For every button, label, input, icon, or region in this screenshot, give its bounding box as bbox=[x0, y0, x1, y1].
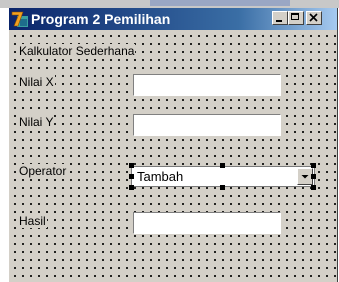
selection-handle-right[interactable] bbox=[311, 174, 316, 179]
selection-handle-top-left[interactable] bbox=[129, 163, 134, 168]
vb-app-icon[interactable] bbox=[11, 10, 29, 28]
hasil-output[interactable] bbox=[133, 212, 281, 234]
background-band bbox=[150, 0, 290, 6]
selection-handle-bottom-right[interactable] bbox=[311, 185, 316, 190]
minimize-button[interactable] bbox=[272, 11, 288, 25]
operator-combobox[interactable]: Tambah bbox=[131, 166, 315, 187]
nilai-y-input[interactable] bbox=[133, 114, 281, 136]
chevron-down-icon bbox=[301, 175, 309, 179]
maximize-button[interactable] bbox=[288, 11, 304, 25]
selection-handle-left[interactable] bbox=[129, 174, 134, 179]
title-bar[interactable]: Program 2 Pemilihan bbox=[9, 8, 337, 30]
operator-label: Operator bbox=[18, 164, 68, 178]
maximize-icon bbox=[291, 13, 299, 20]
selection-handle-top-right[interactable] bbox=[311, 163, 316, 168]
close-icon bbox=[309, 13, 318, 22]
selection-handle-bottom-left[interactable] bbox=[129, 185, 134, 190]
selection-handle-top[interactable] bbox=[220, 163, 225, 168]
operator-selected-value: Tambah bbox=[137, 169, 184, 184]
selection-handle-bottom[interactable] bbox=[220, 185, 225, 190]
close-button[interactable] bbox=[306, 11, 322, 25]
nilai-x-input[interactable] bbox=[133, 74, 281, 96]
window-title: Program 2 Pemilihan bbox=[31, 11, 171, 27]
nilai-y-label: Nilai Y bbox=[18, 115, 55, 129]
heading-label: Kalkulator Sederhana bbox=[18, 44, 136, 58]
minimize-icon bbox=[276, 20, 282, 22]
form-window: Program 2 Pemilihan Kalkulator Sederhana… bbox=[8, 8, 338, 282]
nilai-x-label: Nilai X bbox=[18, 75, 55, 89]
hasil-label: Hasil bbox=[18, 214, 47, 228]
form-design-surface[interactable]: Kalkulator Sederhana Nilai X Nilai Y Ope… bbox=[9, 30, 337, 282]
background-strip bbox=[0, 0, 339, 8]
